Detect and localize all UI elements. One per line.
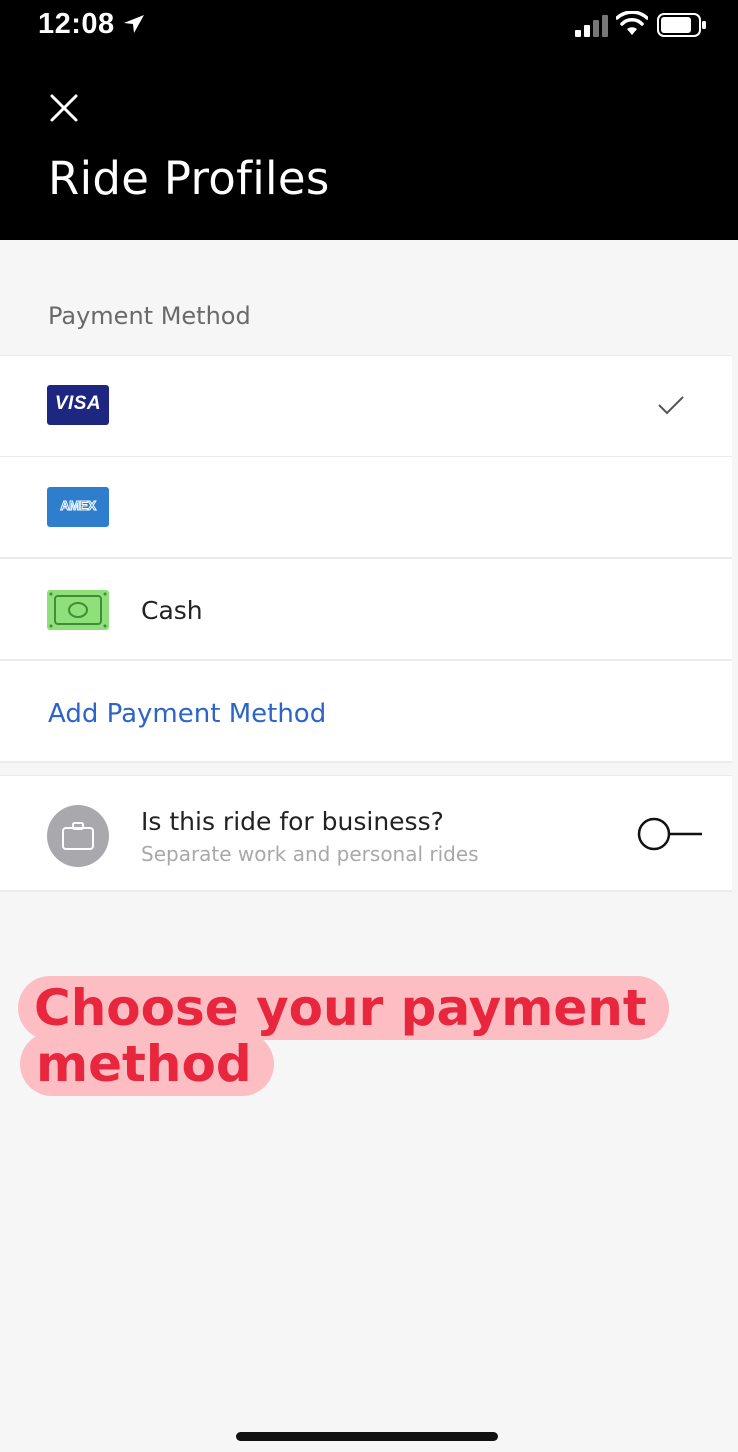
payment-section-label: Payment Method	[48, 302, 251, 330]
payment-method-visa[interactable]: VISA	[0, 355, 732, 458]
home-indicator	[236, 1432, 498, 1441]
business-ride-question: Is this ride for business?	[141, 807, 444, 836]
business-ride-row[interactable]: Is this ride for business? Separate work…	[0, 775, 732, 892]
amex-card-icon: AMEX	[47, 487, 109, 527]
briefcase-avatar	[47, 805, 109, 867]
briefcase-icon	[62, 822, 94, 850]
visa-card-icon: VISA	[47, 385, 109, 425]
add-payment-row[interactable]: Add Payment Method	[0, 661, 732, 763]
battery-icon	[657, 13, 706, 37]
amex-logo-text: AMEX	[60, 498, 97, 514]
overlay-caption-line1: Choose your payment	[18, 976, 669, 1040]
payment-method-cash[interactable]: Cash	[0, 559, 732, 661]
location-arrow-icon	[124, 15, 144, 33]
overlay-caption-line2: method	[20, 1032, 274, 1096]
wifi-icon	[616, 11, 648, 35]
cash-label: Cash	[141, 596, 203, 625]
add-payment-method-link[interactable]: Add Payment Method	[48, 699, 326, 729]
cash-icon	[47, 590, 109, 630]
header: 12:08 Ride Profiles	[0, 0, 738, 240]
visa-logo-text: VISA	[54, 393, 102, 414]
checkmark-icon	[658, 396, 684, 415]
signal-icon	[575, 15, 608, 37]
status-time: 12:08	[38, 8, 115, 40]
payment-method-amex[interactable]: AMEX	[0, 457, 732, 559]
business-ride-subtitle: Separate work and personal rides	[141, 842, 479, 866]
page-title: Ride Profiles	[48, 152, 330, 205]
business-toggle[interactable]	[634, 816, 704, 852]
close-icon[interactable]	[48, 92, 80, 124]
